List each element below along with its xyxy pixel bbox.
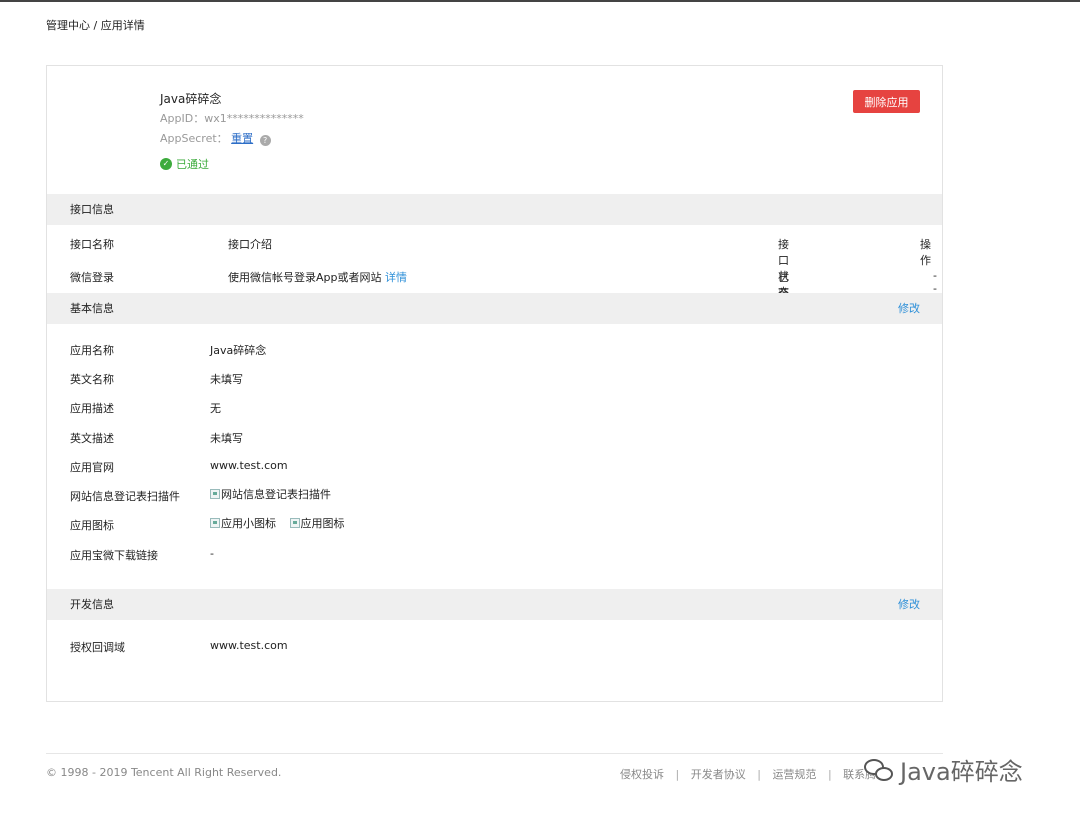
col-header-action: 操作 <box>920 238 931 267</box>
footer-link-complaint[interactable]: 侵权投诉 <box>620 768 664 781</box>
status-badge: ✓ 已通过 <box>160 156 304 172</box>
app-name: Java碎碎念 <box>160 92 222 106</box>
field-label: 应用描述 <box>70 402 114 415</box>
small-icon-image: 应用小图标 <box>210 515 276 531</box>
field-label: 应用图标 <box>70 519 114 532</box>
image-placeholder-icon <box>210 489 220 499</box>
watermark-text: Java碎碎念 <box>900 758 1023 786</box>
image-placeholder-icon <box>210 518 220 528</box>
callback-domain-value: www.test.com <box>210 639 288 652</box>
copyright: © 1998 - 2019 Tencent All Right Reserved… <box>46 766 282 779</box>
help-icon[interactable]: ? <box>259 135 271 146</box>
api-table-header: 接口名称 接口介绍 接口状态 操作 <box>70 236 931 299</box>
wechat-icon <box>862 755 896 785</box>
top-border <box>0 0 1080 2</box>
api-action: -- <box>933 269 937 295</box>
field-label: 授权回调域 <box>70 641 125 654</box>
image-placeholder-icon <box>289 518 300 528</box>
api-desc: 使用微信帐号登录App或者网站 详情 <box>228 269 407 285</box>
footer-separator: | <box>827 768 832 781</box>
app-name-value: Java碎碎念 <box>210 344 267 357</box>
dev-section-title: 开发信息 <box>70 598 114 611</box>
scan-image: 网站信息登记表扫描件 <box>210 486 341 502</box>
field-label: 英文名称 <box>70 373 114 386</box>
table-row: 微信登录 使用微信帐号登录App或者网站 详情 已获得 -- <box>70 269 937 316</box>
col-header-desc: 接口介绍 <box>228 238 272 251</box>
footer-separator: | <box>675 768 680 781</box>
app-icons: 应用小图标 应用图标 <box>210 515 355 531</box>
appsecret-label: AppSecret： <box>160 132 228 145</box>
download-link-value: - <box>210 547 214 560</box>
check-circle-icon: ✓ <box>160 158 172 170</box>
field-label: 英文描述 <box>70 432 114 445</box>
status-text: 已通过 <box>176 158 209 171</box>
api-section-title: 接口信息 <box>70 203 114 216</box>
field-label: 应用官网 <box>70 461 114 474</box>
footer-links: 侵权投诉 | 开发者协议 | 运营规范 | 联系腾讯 <box>620 766 887 782</box>
reset-secret-link[interactable]: 重置 <box>231 132 253 145</box>
image-alt-text: 应用小图标 <box>221 517 276 530</box>
image-alt-text: 网站信息登记表扫描件 <box>221 488 331 501</box>
image-alt-text: 应用图标 <box>300 517 345 530</box>
english-desc-value: 未填写 <box>210 432 243 445</box>
delete-app-button[interactable]: 删除应用 <box>853 90 920 113</box>
dev-section-header: 开发信息 修改 <box>47 589 942 620</box>
api-detail-link[interactable]: 详情 <box>385 271 407 284</box>
appid-line: AppID：wx1************** <box>160 112 304 125</box>
api-desc-text: 使用微信帐号登录App或者网站 <box>228 271 382 284</box>
footer-link-dev-agreement[interactable]: 开发者协议 <box>691 768 746 781</box>
api-section-header: 接口信息 <box>47 194 942 225</box>
watermark: Java碎碎念 <box>862 752 1023 787</box>
large-icon-image: 应用图标 <box>289 515 345 531</box>
basic-section-title: 基本信息 <box>70 302 114 315</box>
col-header-name: 接口名称 <box>70 238 114 251</box>
footer-divider <box>46 753 943 754</box>
api-name: 微信登录 <box>70 271 114 284</box>
english-name-value: 未填写 <box>210 373 243 386</box>
breadcrumb: 管理中心 / 应用详情 <box>46 19 145 32</box>
footer-separator: | <box>757 768 761 781</box>
dev-edit-link[interactable]: 修改 <box>898 589 920 620</box>
website-value: www.test.com <box>210 459 288 472</box>
app-desc-value: 无 <box>210 402 221 415</box>
basic-section-header: 基本信息 修改 <box>47 293 942 324</box>
app-detail-card: Java碎碎念 AppID：wx1************** AppSecre… <box>46 65 943 702</box>
broken-image: 网站信息登记表扫描件 <box>210 486 331 502</box>
app-header: Java碎碎念 AppID：wx1************** AppSecre… <box>160 90 304 172</box>
basic-edit-link[interactable]: 修改 <box>898 293 920 324</box>
footer-link-rules[interactable]: 运营规范 <box>772 768 816 781</box>
field-label: 应用名称 <box>70 344 114 357</box>
field-label: 应用宝微下载链接 <box>70 549 158 562</box>
field-label: 网站信息登记表扫描件 <box>70 490 180 503</box>
appsecret-line: AppSecret： 重置 ? <box>160 130 304 148</box>
